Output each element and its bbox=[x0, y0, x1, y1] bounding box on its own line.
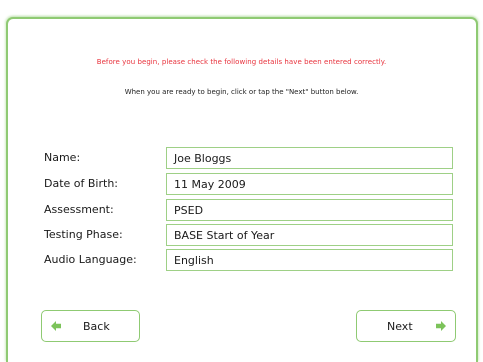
language-label: Audio Language: bbox=[44, 253, 137, 266]
language-value: English bbox=[166, 249, 453, 271]
dob-value: 11 May 2009 bbox=[166, 173, 453, 195]
assessment-label: Assessment: bbox=[44, 203, 114, 216]
detail-row-name: Name: Joe Bloggs bbox=[44, 147, 455, 169]
dob-label: Date of Birth: bbox=[44, 177, 119, 190]
detail-row-phase: Testing Phase: BASE Start of Year bbox=[44, 224, 455, 246]
detail-row-assessment: Assessment: PSED bbox=[44, 199, 455, 221]
back-button[interactable]: Back bbox=[41, 310, 140, 342]
detail-row-dob: Date of Birth: 11 May 2009 bbox=[44, 173, 455, 195]
detail-row-language: Audio Language: English bbox=[44, 249, 455, 271]
assessment-value: PSED bbox=[166, 199, 453, 221]
name-value: Joe Bloggs bbox=[166, 147, 453, 169]
next-button-label: Next bbox=[387, 320, 413, 333]
next-button[interactable]: Next bbox=[356, 310, 456, 342]
back-button-label: Back bbox=[83, 320, 110, 333]
phase-value: BASE Start of Year bbox=[166, 224, 453, 246]
arrow-left-icon bbox=[51, 321, 61, 331]
name-label: Name: bbox=[44, 151, 81, 164]
check-details-warning: Before you begin, please check the follo… bbox=[96, 58, 387, 66]
phase-label: Testing Phase: bbox=[44, 228, 123, 241]
instruction-text: When you are ready to begin, click or ta… bbox=[124, 88, 359, 96]
arrow-right-icon bbox=[436, 321, 446, 331]
